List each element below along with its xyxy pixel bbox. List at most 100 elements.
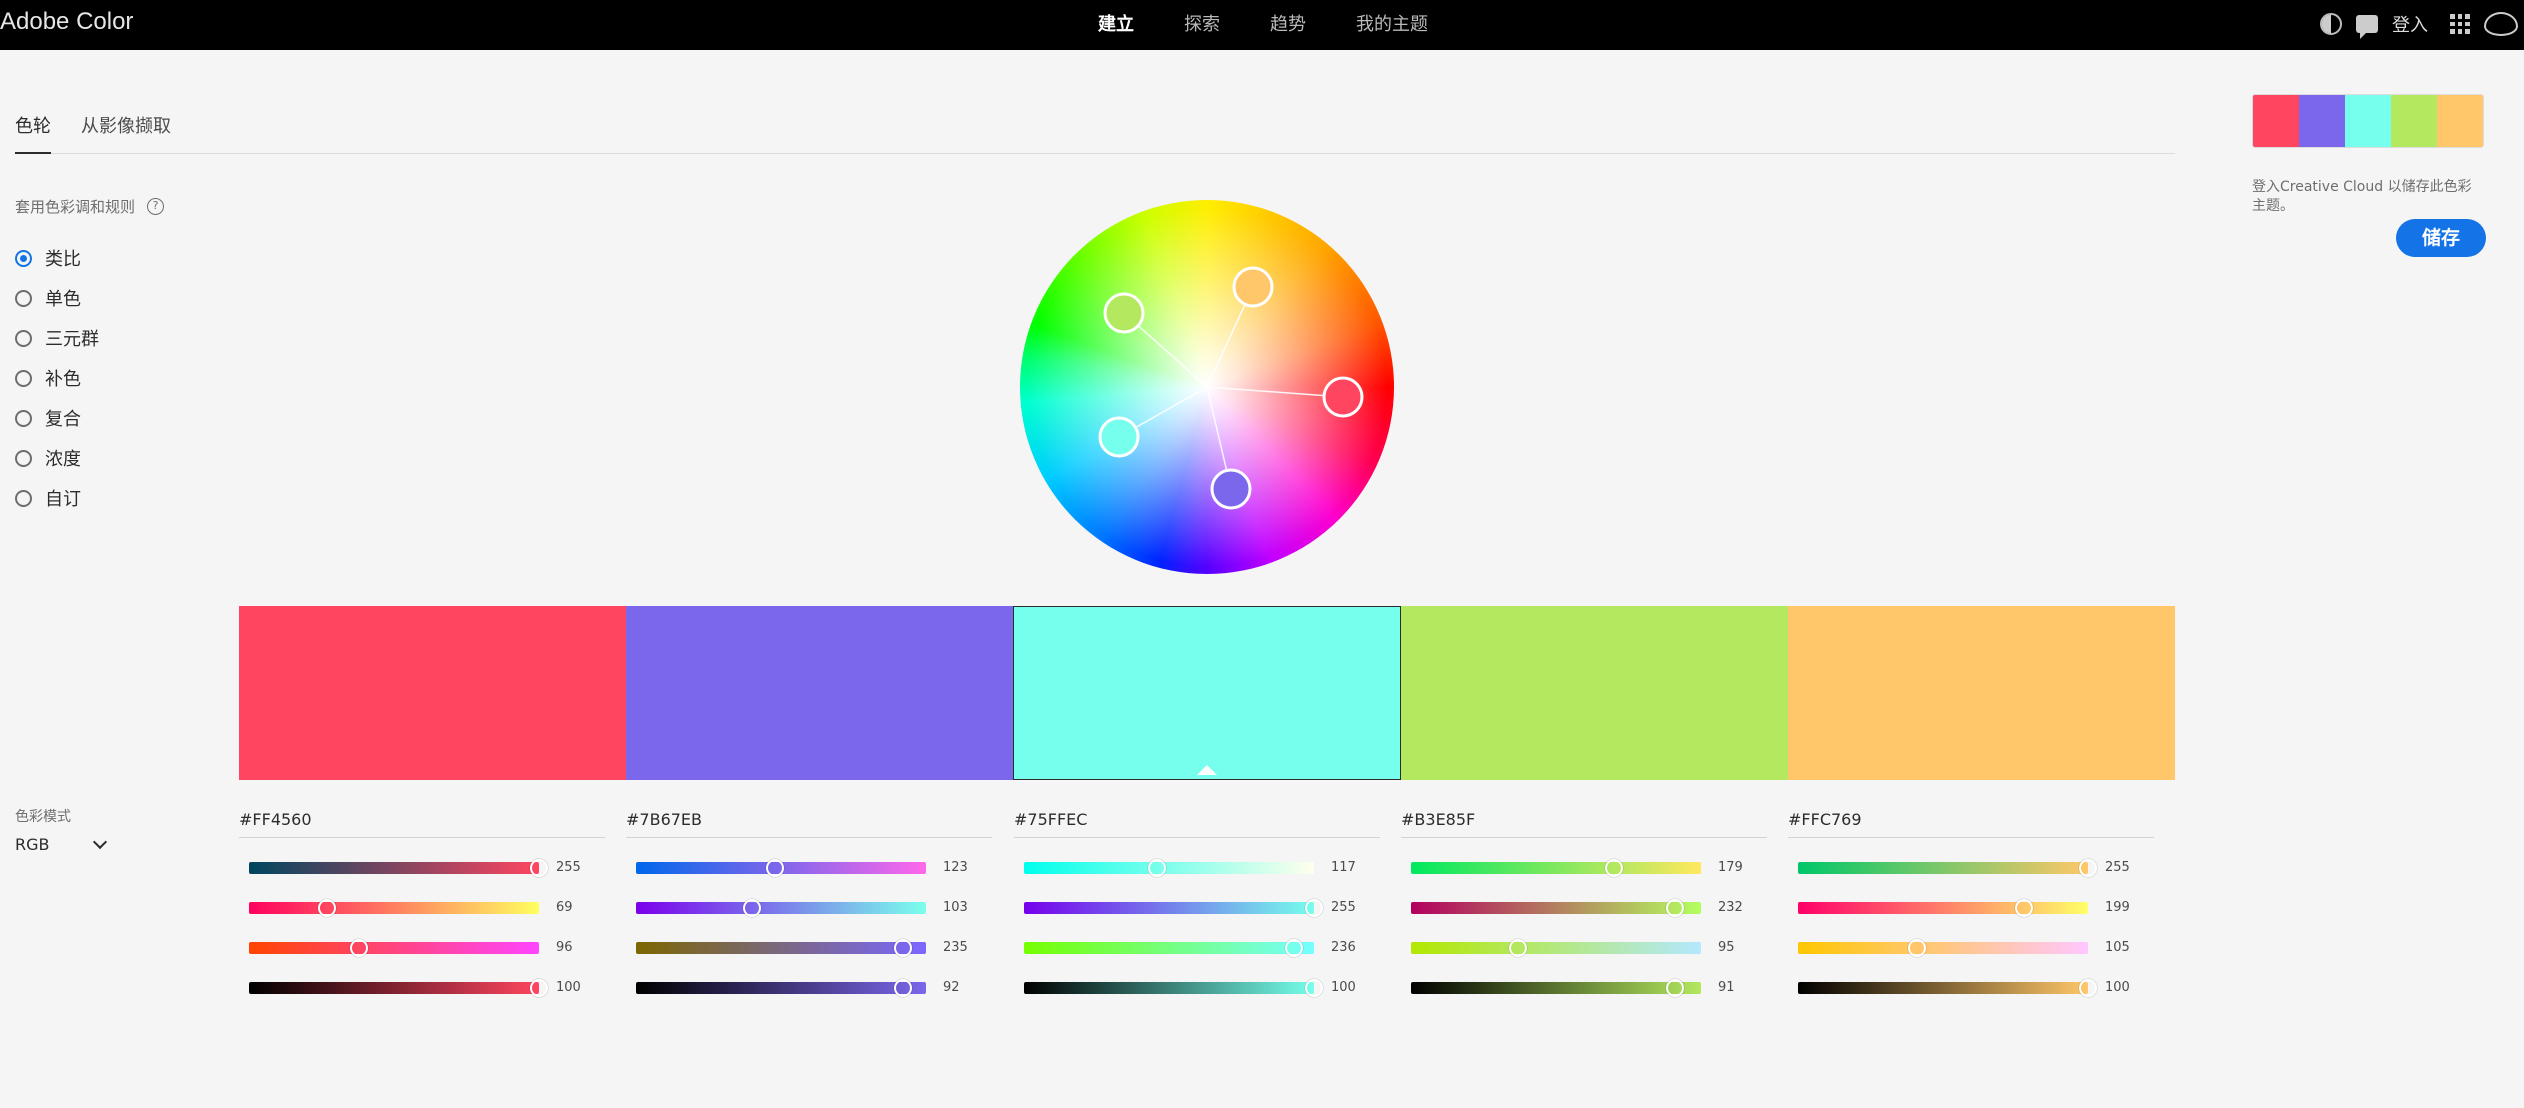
slider-value[interactable]: 100: [1331, 980, 1356, 995]
slider-thumb[interactable]: [2079, 979, 2097, 997]
slider-thumb[interactable]: [1907, 939, 1926, 957]
slider-track[interactable]: [1798, 902, 2088, 914]
slider-value[interactable]: 255: [2105, 860, 2130, 875]
rule-complementary[interactable]: 补色: [15, 358, 99, 398]
channel-slider[interactable]: 69: [249, 898, 605, 918]
channel-slider[interactable]: 103: [636, 898, 992, 918]
color-mode-select[interactable]: RGB: [15, 834, 108, 854]
slider-value[interactable]: 235: [943, 940, 968, 955]
hex-input[interactable]: #B3E85F: [1401, 810, 1767, 838]
slider-track[interactable]: [1024, 902, 1314, 914]
slider-track[interactable]: [1024, 942, 1314, 954]
channel-slider[interactable]: 91: [1411, 978, 1767, 998]
slider-thumb[interactable]: [743, 899, 761, 917]
slider-track[interactable]: [1411, 862, 1701, 874]
slider-thumb[interactable]: [1305, 899, 1323, 917]
slider-track[interactable]: [249, 942, 539, 954]
slider-thumb[interactable]: [350, 939, 369, 957]
channel-slider[interactable]: 100: [1024, 978, 1380, 998]
slider-thumb[interactable]: [1665, 979, 1684, 997]
slider-track[interactable]: [1411, 942, 1701, 954]
slider-value[interactable]: 255: [1331, 900, 1356, 915]
slider-track[interactable]: [1798, 942, 2088, 954]
nav-trends[interactable]: 趋势: [1270, 10, 1306, 36]
wheel-handle[interactable]: [1103, 292, 1145, 334]
chat-icon[interactable]: [2356, 15, 2378, 39]
tab-color-wheel[interactable]: 色轮: [15, 108, 51, 154]
slider-track[interactable]: [249, 902, 539, 914]
channel-slider[interactable]: 255: [1024, 898, 1380, 918]
radio-icon[interactable]: [15, 449, 32, 467]
color-swatch-selected[interactable]: [1012, 606, 1402, 780]
color-swatch[interactable]: [239, 606, 626, 780]
slider-track[interactable]: [636, 982, 926, 994]
rule-custom[interactable]: 自订: [15, 478, 99, 518]
slider-thumb[interactable]: [1284, 939, 1303, 957]
login-link[interactable]: 登入: [2392, 11, 2428, 37]
slider-thumb[interactable]: [318, 899, 337, 917]
color-swatch[interactable]: [1788, 606, 2175, 780]
creative-cloud-icon[interactable]: [2484, 12, 2518, 36]
slider-track[interactable]: [1798, 862, 2088, 874]
rule-monochromatic[interactable]: 单色: [15, 278, 99, 318]
slider-value[interactable]: 123: [943, 860, 968, 875]
channel-slider[interactable]: 117: [1024, 858, 1380, 878]
channel-slider[interactable]: 179: [1411, 858, 1767, 878]
wheel-handle[interactable]: [1322, 376, 1364, 418]
color-swatch[interactable]: [1401, 606, 1789, 780]
radio-checked-icon[interactable]: [15, 249, 32, 267]
channel-slider[interactable]: 100: [249, 978, 605, 998]
wheel-handle[interactable]: [1232, 266, 1274, 308]
slider-value[interactable]: 232: [1718, 900, 1743, 915]
slider-thumb[interactable]: [893, 979, 912, 997]
slider-thumb[interactable]: [1605, 859, 1623, 877]
rule-compound[interactable]: 复合: [15, 398, 99, 438]
slider-value[interactable]: 95: [1718, 940, 1735, 955]
brand-logo[interactable]: Adobe Color: [0, 8, 133, 36]
channel-slider[interactable]: 255: [1798, 858, 2154, 878]
hex-input[interactable]: #75FFEC: [1014, 810, 1380, 838]
color-swatch[interactable]: [625, 606, 1013, 780]
slider-value[interactable]: 92: [943, 980, 960, 995]
slider-thumb[interactable]: [1665, 899, 1684, 917]
radio-icon[interactable]: [15, 329, 32, 347]
slider-track[interactable]: [1411, 982, 1701, 994]
slider-track[interactable]: [249, 982, 539, 994]
slider-thumb[interactable]: [1148, 859, 1167, 877]
slider-thumb[interactable]: [1305, 979, 1323, 997]
slider-value[interactable]: 105: [2105, 940, 2130, 955]
channel-slider[interactable]: 232: [1411, 898, 1767, 918]
slider-track[interactable]: [636, 902, 926, 914]
channel-slider[interactable]: 92: [636, 978, 992, 998]
slider-value[interactable]: 100: [556, 980, 581, 995]
slider-track[interactable]: [249, 862, 539, 874]
slider-thumb[interactable]: [530, 859, 548, 877]
channel-slider[interactable]: 100: [1798, 978, 2154, 998]
slider-thumb[interactable]: [893, 939, 912, 957]
slider-track[interactable]: [1798, 982, 2088, 994]
radio-icon[interactable]: [15, 409, 32, 427]
nav-my-themes[interactable]: 我的主题: [1356, 10, 1428, 36]
nav-explore[interactable]: 探索: [1184, 10, 1220, 36]
slider-value[interactable]: 69: [556, 900, 573, 915]
slider-value[interactable]: 255: [556, 860, 581, 875]
slider-track[interactable]: [1024, 862, 1314, 874]
channel-slider[interactable]: 95: [1411, 938, 1767, 958]
color-wheel[interactable]: [1020, 200, 1394, 574]
rule-triad[interactable]: 三元群: [15, 318, 99, 358]
channel-slider[interactable]: 255: [249, 858, 605, 878]
slider-value[interactable]: 179: [1718, 860, 1743, 875]
rule-shades[interactable]: 浓度: [15, 438, 99, 478]
slider-track[interactable]: [1024, 982, 1314, 994]
radio-icon[interactable]: [15, 369, 32, 387]
slider-track[interactable]: [1411, 902, 1701, 914]
channel-slider[interactable]: 235: [636, 938, 992, 958]
slider-value[interactable]: 96: [556, 940, 573, 955]
slider-thumb[interactable]: [766, 859, 785, 877]
slider-value[interactable]: 100: [2105, 980, 2130, 995]
slider-thumb[interactable]: [2079, 859, 2097, 877]
slider-value[interactable]: 236: [1331, 940, 1356, 955]
slider-thumb[interactable]: [530, 979, 548, 997]
slider-value[interactable]: 117: [1331, 860, 1356, 875]
slider-thumb[interactable]: [2015, 899, 2034, 917]
